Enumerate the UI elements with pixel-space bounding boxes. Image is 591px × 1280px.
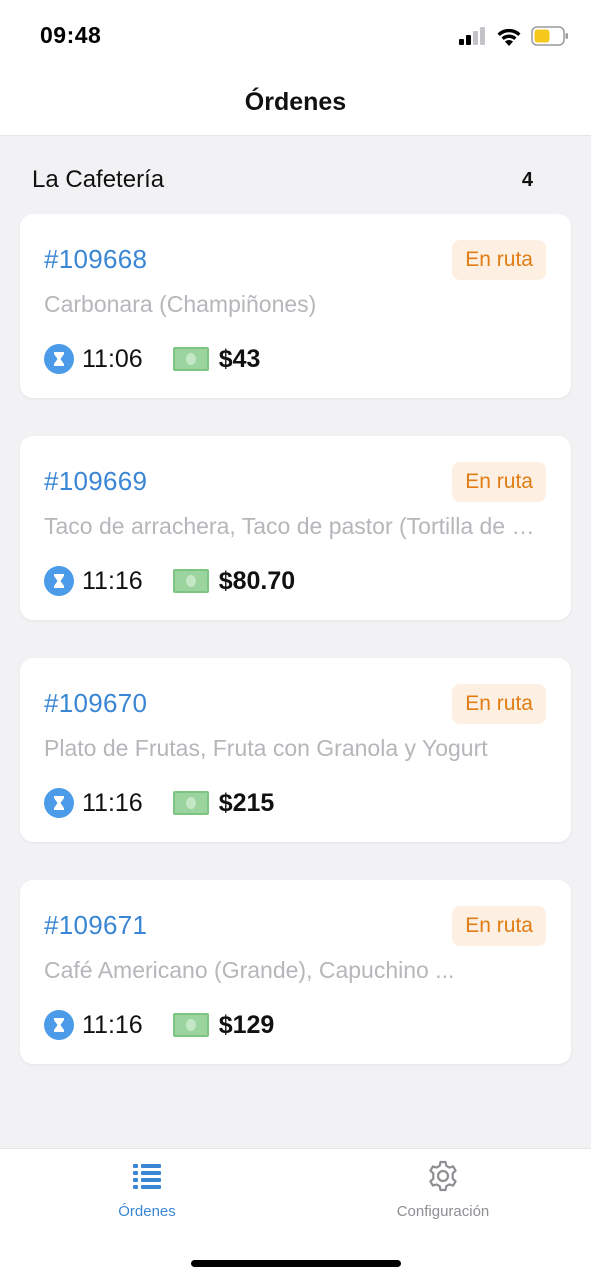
order-id: #109670 [44,688,148,718]
order-items: Café Americano (Grande), Capuchino ... [44,957,455,983]
order-id: #109668 [44,244,148,274]
order-id: #109669 [44,466,148,496]
gear-icon [426,1157,460,1195]
order-card[interactable]: #109669 En ruta Taco de arrachera, Taco … [20,436,571,620]
order-total: $129 [218,1010,275,1039]
order-time: 11:16 [82,566,143,595]
cash-icon [172,569,209,593]
status-icons [459,24,569,48]
section-header: La Cafetería 4 [32,164,533,196]
hourglass-icon [44,788,74,818]
section-title: La Cafetería [32,166,165,193]
hourglass-icon [44,344,74,374]
cash-icon [172,347,209,371]
order-meta: 11:06 $43 [44,339,260,379]
order-meta: 11:16 $129 [44,1005,274,1045]
cash-icon [172,791,209,815]
cash-icon [172,1013,209,1037]
status-bar: 09:48 [0,0,591,70]
status-time: 09:48 [40,22,102,48]
order-card[interactable]: #109670 En ruta Plato de Frutas, Fruta c… [20,658,571,842]
order-total: $80.70 [218,566,296,595]
list-icon [133,1157,161,1195]
hourglass-icon [44,566,74,596]
status-badge: En ruta [452,462,546,502]
status-badge: En ruta [452,684,546,724]
hourglass-icon [44,1010,74,1040]
tab-label: Configuración [396,1203,490,1220]
section-count: 4 [521,168,533,191]
tab-label: Órdenes [118,1203,176,1220]
navigation-header: Órdenes [0,70,591,136]
order-items: Carbonara (Champiñones) [44,291,317,317]
cellular-signal-icon [459,27,485,45]
tab-configuracion[interactable]: Configuración [343,1157,543,1227]
wifi-icon [497,28,521,46]
order-meta: 11:16 $80.70 [44,561,295,601]
order-card[interactable]: #109671 En ruta Café Americano (Grande),… [20,880,571,1064]
order-id: #109671 [44,910,148,940]
order-total: $215 [218,788,275,817]
page-title: Órdenes [244,88,347,116]
order-time: 11:06 [82,344,143,373]
order-card[interactable]: #109668 En ruta Carbonara (Champiñones) … [20,214,571,398]
status-badge: En ruta [452,240,546,280]
order-items: Plato de Frutas, Fruta con Granola y Yog… [44,735,488,761]
order-total: $43 [218,344,261,373]
order-time: 11:16 [82,788,143,817]
order-items: Taco de arrachera, Taco de pastor (Torti… [44,513,544,539]
home-indicator[interactable] [191,1260,401,1267]
tab-ordenes[interactable]: Órdenes [47,1157,247,1227]
order-meta: 11:16 $215 [44,783,274,823]
order-time: 11:16 [82,1010,143,1039]
battery-icon [531,26,568,46]
status-badge: En ruta [452,906,546,946]
